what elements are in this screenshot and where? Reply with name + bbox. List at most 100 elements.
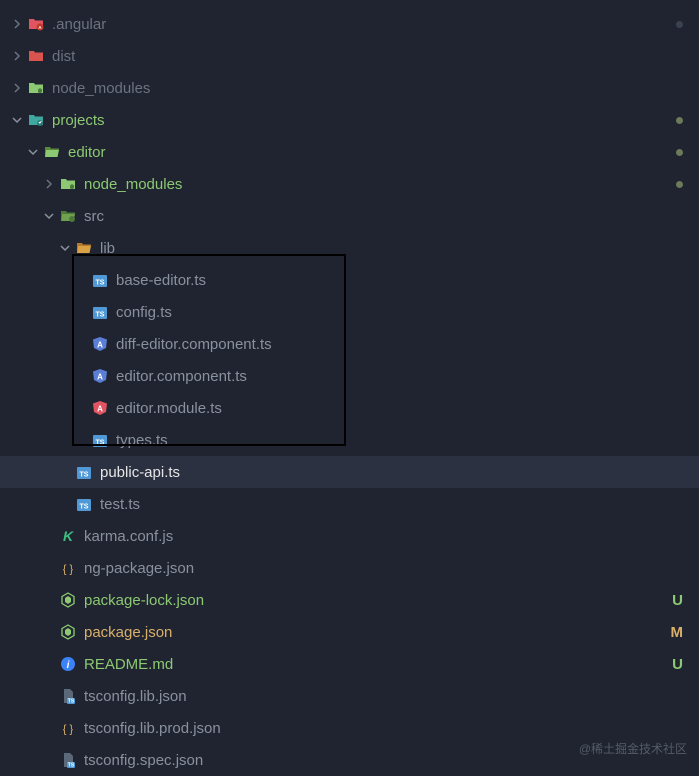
json-icon: { }	[60, 560, 76, 576]
tree-item-editor-module[interactable]: A editor.module.ts	[0, 392, 699, 424]
tree-item-label: lib	[100, 240, 683, 257]
tree-item-label: karma.conf.js	[84, 528, 683, 545]
karma-icon: K	[60, 528, 76, 544]
status-dot-icon	[676, 149, 683, 156]
tree-item-test[interactable]: TS test.ts	[0, 488, 699, 520]
svg-text:A: A	[97, 341, 103, 350]
nodejs-icon	[60, 624, 76, 640]
tree-item-package-lock[interactable]: package-lock.json U	[0, 584, 699, 616]
tree-item-lib[interactable]: lib	[0, 232, 699, 264]
tree-item-types[interactable]: TS types.ts	[0, 424, 699, 456]
file-tree: A .angular dist node_modules	[0, 0, 699, 776]
tsconfig-icon: TS	[60, 752, 76, 768]
typescript-icon: TS	[92, 272, 108, 288]
chevron-right-icon	[12, 19, 22, 29]
tree-item-angular[interactable]: A .angular	[0, 8, 699, 40]
tree-item-label: tsconfig.lib.prod.json	[84, 720, 683, 737]
typescript-icon: TS	[76, 464, 92, 480]
watermark: @稀土掘金技术社区	[579, 740, 687, 757]
tree-item-label: diff-editor.component.ts	[116, 336, 683, 353]
typescript-icon: TS	[76, 496, 92, 512]
tree-item-label: editor	[68, 144, 676, 161]
svg-text:{ }: { }	[63, 564, 74, 576]
info-icon: i	[60, 656, 76, 672]
tree-item-label: ng-package.json	[84, 560, 683, 577]
tree-item-editor-node-modules[interactable]: node_modules	[0, 168, 699, 200]
svg-text:A: A	[97, 373, 103, 382]
git-status-untracked: U	[663, 656, 683, 673]
svg-text:TS: TS	[68, 699, 75, 705]
svg-text:TS: TS	[96, 440, 105, 447]
nodejs-icon	[60, 592, 76, 608]
svg-text:TS: TS	[80, 504, 89, 511]
angular-module-icon: A	[92, 400, 108, 416]
tree-item-label: src	[84, 208, 683, 225]
tree-item-label: .angular	[52, 16, 676, 33]
chevron-right-icon	[12, 83, 22, 93]
svg-text:TS: TS	[96, 280, 105, 287]
svg-text:TS: TS	[80, 472, 89, 479]
folder-open-icon	[44, 144, 60, 160]
tree-item-label: package-lock.json	[84, 592, 663, 609]
chevron-right-icon	[12, 51, 22, 61]
tree-item-label: tsconfig.lib.json	[84, 688, 683, 705]
tree-item-public-api[interactable]: TS public-api.ts	[0, 456, 699, 488]
angular-component-icon: A	[92, 368, 108, 384]
chevron-right-icon	[44, 179, 54, 189]
json-icon: { }	[60, 720, 76, 736]
git-status-modified: M	[663, 624, 683, 641]
status-dot-icon	[676, 181, 683, 188]
typescript-icon: TS	[92, 432, 108, 448]
tree-item-ng-package[interactable]: { } ng-package.json	[0, 552, 699, 584]
git-status-untracked: U	[663, 592, 683, 609]
chevron-down-icon	[12, 115, 22, 125]
svg-text:TS: TS	[68, 763, 75, 769]
tree-item-tsconfig-lib[interactable]: TS tsconfig.lib.json	[0, 680, 699, 712]
folder-angular-icon: A	[28, 16, 44, 32]
tree-item-label: public-api.ts	[100, 464, 683, 481]
tree-item-label: projects	[52, 112, 676, 129]
tree-item-diff-editor-component[interactable]: A diff-editor.component.ts	[0, 328, 699, 360]
svg-text:{ }: { }	[63, 724, 74, 736]
folder-node-icon	[28, 80, 44, 96]
status-dot-icon	[676, 117, 683, 124]
folder-lib-icon	[76, 240, 92, 256]
tree-item-label: types.ts	[116, 432, 683, 449]
svg-text:TS: TS	[96, 312, 105, 319]
tsconfig-icon: TS	[60, 688, 76, 704]
chevron-down-icon	[60, 243, 70, 253]
status-dot-icon	[676, 21, 683, 28]
tree-item-label: node_modules	[52, 80, 683, 97]
typescript-icon: TS	[92, 304, 108, 320]
tree-item-label: editor.component.ts	[116, 368, 683, 385]
folder-src-icon	[60, 208, 76, 224]
tree-item-package[interactable]: package.json M	[0, 616, 699, 648]
tree-item-label: test.ts	[100, 496, 683, 513]
tree-item-config[interactable]: TS config.ts	[0, 296, 699, 328]
svg-text:K: K	[63, 528, 74, 544]
svg-text:i: i	[67, 660, 70, 671]
chevron-down-icon	[28, 147, 38, 157]
tree-item-label: node_modules	[84, 176, 676, 193]
tree-item-label: config.ts	[116, 304, 683, 321]
folder-node-icon	[60, 176, 76, 192]
folder-dist-icon	[28, 48, 44, 64]
tree-item-src[interactable]: src	[0, 200, 699, 232]
tree-item-readme[interactable]: i README.md U	[0, 648, 699, 680]
folder-projects-icon	[28, 112, 44, 128]
tree-item-editor-component[interactable]: A editor.component.ts	[0, 360, 699, 392]
tree-item-projects[interactable]: projects	[0, 104, 699, 136]
tree-item-dist[interactable]: dist	[0, 40, 699, 72]
tree-item-label: editor.module.ts	[116, 400, 683, 417]
tree-item-karma-conf[interactable]: K karma.conf.js	[0, 520, 699, 552]
tree-item-label: README.md	[84, 656, 663, 673]
angular-component-icon: A	[92, 336, 108, 352]
chevron-down-icon	[44, 211, 54, 221]
tree-item-base-editor[interactable]: TS base-editor.ts	[0, 264, 699, 296]
tree-item-label: package.json	[84, 624, 663, 641]
tree-item-label: base-editor.ts	[116, 272, 683, 289]
tree-item-editor[interactable]: editor	[0, 136, 699, 168]
svg-text:A: A	[97, 405, 103, 414]
tree-item-label: dist	[52, 48, 683, 65]
tree-item-node-modules[interactable]: node_modules	[0, 72, 699, 104]
